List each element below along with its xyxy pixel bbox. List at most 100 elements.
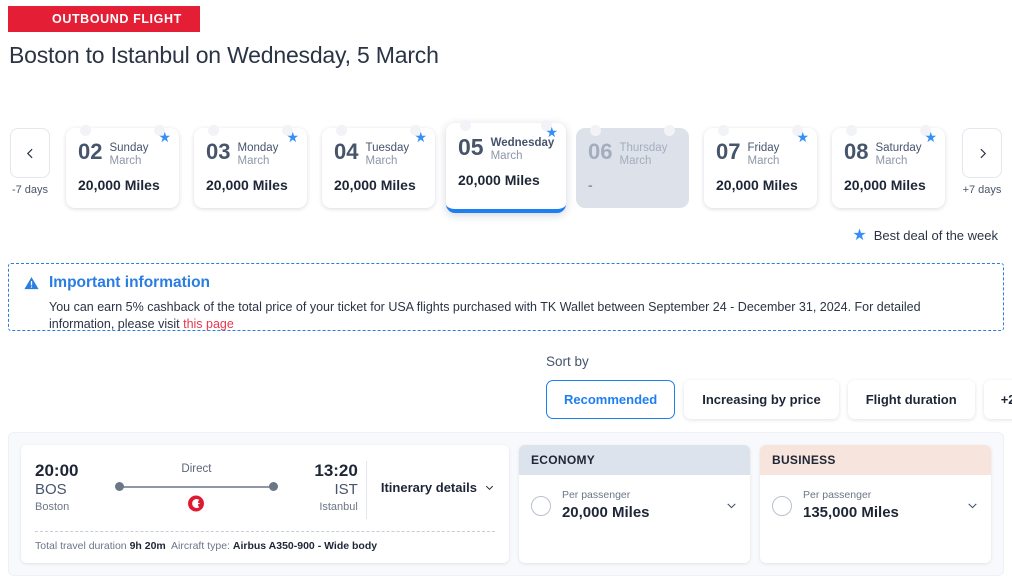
notice-title: Important information <box>49 274 211 291</box>
date-month: March <box>875 154 908 167</box>
best-deal-star-icon: ★ <box>158 129 171 145</box>
sort-more-options-button[interactable]: +2 <box>983 380 1012 419</box>
best-deal-star-icon: ★ <box>796 129 809 145</box>
duration-label: Total travel duration <box>35 540 127 552</box>
notice-text: You can earn 5% cashback of the total pr… <box>49 300 921 331</box>
card-notch-left <box>460 120 471 131</box>
arrival-endpoint: 13:20 IST Istanbul <box>288 461 358 514</box>
itinerary-details-button[interactable]: Itinerary details <box>381 461 495 495</box>
date-day-number: 05 <box>458 134 484 160</box>
notice-link[interactable]: this page <box>183 317 234 331</box>
aircraft-value: Airbus A350-900 - Wide body <box>232 540 378 552</box>
date-price: 20,000 Miles <box>334 176 416 193</box>
cabin-business-body: Per passenger 135,000 Miles <box>760 475 991 522</box>
date-card-08[interactable]: ★ 08 Saturday March 20,000 Miles <box>832 125 945 208</box>
prev-week-label: -7 days <box>11 184 49 196</box>
prev-week-button[interactable] <box>10 128 50 178</box>
cabin-economy-radio[interactable] <box>530 495 551 516</box>
date-day-number: 07 <box>716 139 741 164</box>
route-line <box>119 486 274 488</box>
departure-time: 20:00 <box>35 461 79 480</box>
sort-options: Recommended Increasing by price Flight d… <box>546 380 1012 419</box>
itinerary-details-label: Itinerary details <box>380 480 477 495</box>
date-card-04[interactable]: ★ 04 Tuesday March 20,000 Miles <box>322 125 435 208</box>
best-deal-star-icon: ★ <box>924 129 937 145</box>
outbound-flight-badge: OUTBOUND FLIGHT <box>8 6 200 32</box>
best-deal-legend: ★ Best deal of the week <box>852 225 998 245</box>
best-deal-star-icon: ★ <box>852 227 867 244</box>
chevron-down-icon[interactable] <box>966 499 979 512</box>
route-origin-dot <box>115 482 124 491</box>
aircraft-label: Aircraft type: <box>171 540 230 552</box>
card-notch-left <box>846 125 857 136</box>
cabin-business[interactable]: BUSINESS Per passenger 135,000 Miles <box>759 445 992 563</box>
departure-endpoint: 20:00 BOS Boston <box>35 461 105 514</box>
sort-option-flight-duration[interactable]: Flight duration <box>847 380 975 419</box>
date-card-02[interactable]: ★ 02 Sunday March 20,000 Miles <box>66 125 179 208</box>
cabin-business-title: BUSINESS <box>759 445 992 475</box>
stops-label: Direct <box>181 463 212 475</box>
sort-option-recommended[interactable]: Recommended <box>546 380 676 419</box>
date-weekday: Sunday <box>109 142 149 154</box>
date-day-number: 04 <box>334 139 359 164</box>
cabin-business-radio[interactable] <box>771 495 792 516</box>
warning-triangle-icon <box>24 276 39 289</box>
date-carousel: -7 days ★ 02 Sunday March 20,000 Miles ★… <box>0 118 1012 213</box>
best-deal-star-icon: ★ <box>286 129 299 145</box>
cabin-business-price-wrap: Per passenger 135,000 Miles <box>803 489 966 522</box>
next-week-label: +7 days <box>962 184 1002 196</box>
flight-route-row: 20:00 BOS Boston Direct 13:20 IST Istanb… <box>21 461 509 519</box>
date-card-07[interactable]: ★ 07 Friday March 20,000 Miles <box>704 125 817 208</box>
date-month: March <box>619 154 652 167</box>
date-card-05-selected[interactable]: ★ 05 Wednesday March 20,000 Miles <box>446 120 566 213</box>
arrival-city: Istanbul <box>319 501 358 514</box>
date-price: 20,000 Miles <box>716 176 798 193</box>
date-weekday: Friday <box>747 142 780 154</box>
notice-body: You can earn 5% cashback of the total pr… <box>49 299 989 333</box>
chevron-right-icon <box>979 148 986 158</box>
page-title: Boston to Istanbul on Wednesday, 5 March <box>9 42 439 68</box>
cabin-economy-price-wrap: Per passenger 20,000 Miles <box>562 489 725 522</box>
cabin-economy-title: ECONOMY <box>518 445 750 475</box>
card-notch-left <box>336 125 347 136</box>
card-notch-left <box>590 125 601 136</box>
chevron-down-icon <box>485 485 493 490</box>
date-month: March <box>490 149 523 162</box>
card-notch-left <box>718 125 729 136</box>
date-weekday: Monday <box>237 142 279 154</box>
best-deal-star-icon: ★ <box>414 129 427 145</box>
duration-value: 9h 20m <box>129 540 166 552</box>
departure-code: BOS <box>35 481 67 499</box>
date-price: - <box>588 176 593 193</box>
flight-footer-info: Total travel duration 9h 20m Aircraft ty… <box>35 531 495 552</box>
card-notch-left <box>80 125 91 136</box>
best-deal-legend-label: Best deal of the week <box>873 227 998 243</box>
cabin-business-price: 135,000 Miles <box>802 503 899 521</box>
cabin-economy[interactable]: ECONOMY Per passenger 20,000 Miles <box>518 445 750 563</box>
sort-option-increasing-by-price[interactable]: Increasing by price <box>684 380 839 419</box>
departure-city: Boston <box>35 501 70 514</box>
important-information-notice: Important information You can earn 5% ca… <box>8 263 1004 331</box>
next-week-button[interactable] <box>962 128 1002 178</box>
flight-itinerary-block: 20:00 BOS Boston Direct 13:20 IST Istanb… <box>21 445 509 563</box>
cabin-economy-per-passenger: Per passenger <box>561 489 631 501</box>
date-month: March <box>109 154 142 167</box>
date-price: 20,000 Miles <box>206 176 288 193</box>
arrival-code: IST <box>334 481 358 499</box>
notice-header: Important information <box>23 274 989 292</box>
date-month: March <box>237 154 270 167</box>
date-month: March <box>365 154 398 167</box>
cabin-economy-body: Per passenger 20,000 Miles <box>519 475 750 522</box>
date-card-06-disabled: 06 Thursday March - <box>576 125 689 208</box>
chevron-down-icon[interactable] <box>725 499 738 512</box>
date-month: March <box>747 154 780 167</box>
sort-by-label: Sort by <box>546 354 589 369</box>
route-graphic: Direct <box>111 461 282 519</box>
chevron-left-icon <box>26 148 33 158</box>
card-notch-left <box>208 125 219 136</box>
sort-more-label: +2 <box>1000 392 1012 407</box>
arrival-time: 13:20 <box>314 461 358 480</box>
date-weekday: Thursday <box>619 142 668 154</box>
date-price: 20,000 Miles <box>844 176 926 193</box>
date-card-03[interactable]: ★ 03 Monday March 20,000 Miles <box>194 125 307 208</box>
